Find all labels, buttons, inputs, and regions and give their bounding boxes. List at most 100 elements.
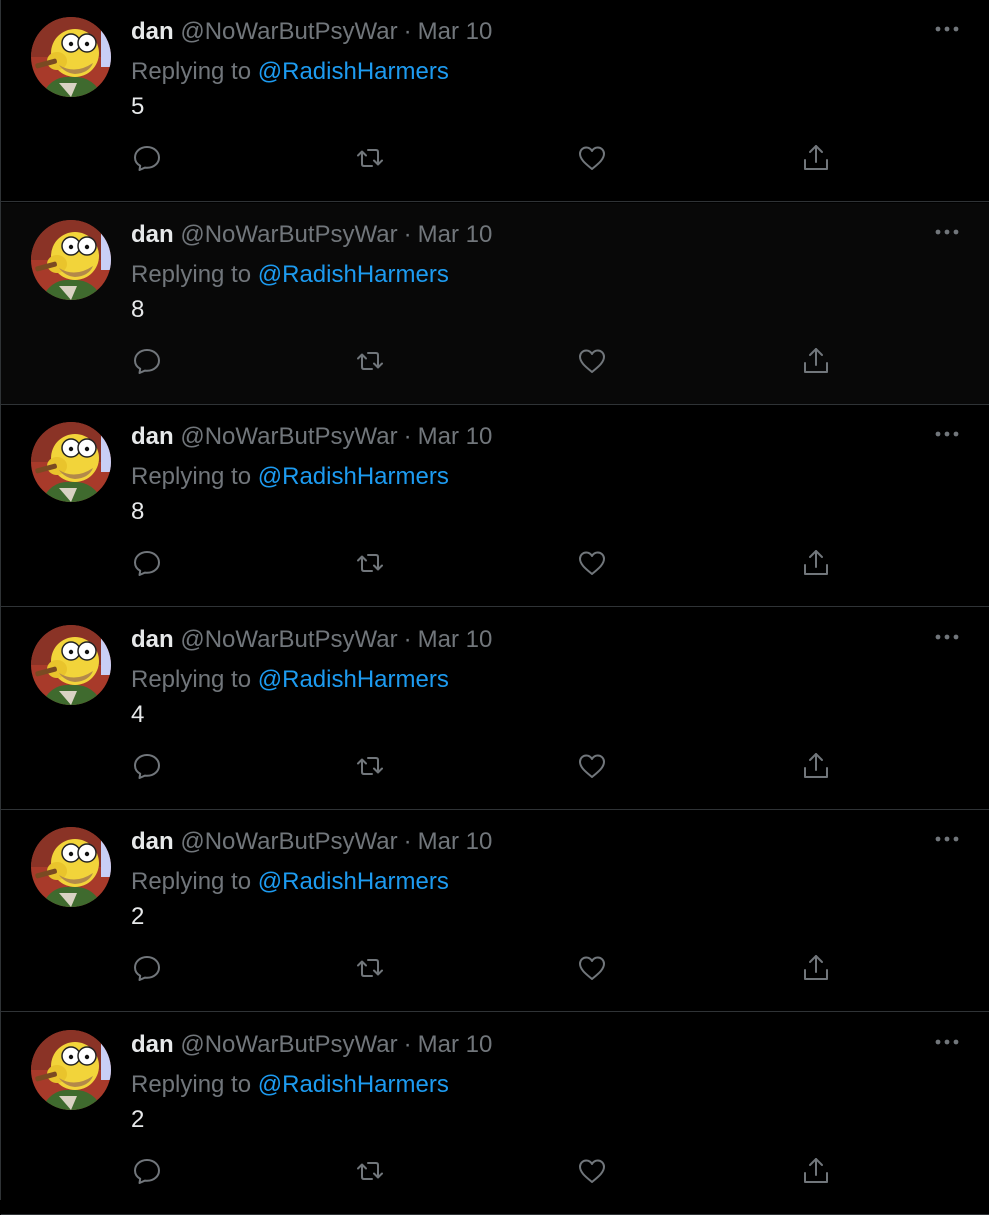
replying-to-line: Replying to @RadishHarmers [131, 260, 449, 290]
reply-bubble-icon[interactable] [131, 750, 163, 782]
separator-dot: · [403, 18, 412, 45]
avatar[interactable] [31, 827, 111, 907]
tweet-header: dan @NoWarButPsyWar · Mar 10 [131, 625, 492, 655]
author-name[interactable]: dan [131, 626, 174, 653]
tweet-text: 8 [131, 296, 145, 323]
reply-bubble-icon[interactable] [131, 547, 163, 579]
replying-to-link[interactable]: @RadishHarmers [258, 1071, 449, 1098]
tweet-date[interactable]: Mar 10 [418, 1031, 493, 1058]
share-upload-icon[interactable] [800, 1155, 832, 1187]
tweet-header: dan @NoWarButPsyWar · Mar 10 [131, 422, 492, 452]
author-name[interactable]: dan [131, 423, 174, 450]
tweet-header: dan @NoWarButPsyWar · Mar 10 [131, 827, 492, 857]
tweet-text: 2 [131, 1106, 145, 1133]
separator-dot: · [403, 221, 412, 248]
tweet[interactable]: dan @NoWarButPsyWar · Mar 10 Replying to @… [1, 203, 989, 405]
tweet-header: dan @NoWarButPsyWar · Mar 10 [131, 17, 492, 47]
more-horizontal-icon[interactable] [932, 622, 962, 652]
avatar[interactable] [31, 1030, 111, 1110]
retweet-icon[interactable] [354, 952, 386, 984]
avatar-image [31, 625, 111, 705]
share-upload-icon[interactable] [800, 547, 832, 579]
tweet[interactable]: dan @NoWarButPsyWar · Mar 10 Replying to @… [1, 810, 989, 1012]
heart-icon[interactable] [576, 1155, 608, 1187]
reply-bubble-icon[interactable] [131, 1155, 163, 1187]
heart-icon[interactable] [576, 142, 608, 174]
more-horizontal-icon[interactable] [932, 14, 962, 44]
tweet-date[interactable]: Mar 10 [418, 626, 493, 653]
author-handle[interactable]: @NoWarButPsyWar [180, 221, 397, 248]
author-handle[interactable]: @NoWarButPsyWar [180, 18, 397, 45]
tweet-date[interactable]: Mar 10 [418, 828, 493, 855]
share-upload-icon[interactable] [800, 952, 832, 984]
author-name[interactable]: dan [131, 18, 174, 45]
replying-to-label: Replying to [131, 868, 252, 895]
author-handle[interactable]: @NoWarButPsyWar [180, 423, 397, 450]
replying-to-link[interactable]: @RadishHarmers [258, 666, 449, 693]
author-name[interactable]: dan [131, 1031, 174, 1058]
author-name[interactable]: dan [131, 221, 174, 248]
tweet-text: 8 [131, 498, 145, 525]
avatar-image [31, 1030, 111, 1110]
tweet-text: 4 [131, 701, 145, 728]
replying-to-line: Replying to @RadishHarmers [131, 867, 449, 897]
retweet-icon[interactable] [354, 1155, 386, 1187]
replying-to-line: Replying to @RadishHarmers [131, 665, 449, 695]
author-handle[interactable]: @NoWarButPsyWar [180, 828, 397, 855]
replying-to-link[interactable]: @RadishHarmers [258, 868, 449, 895]
replying-to-link[interactable]: @RadishHarmers [258, 261, 449, 288]
tweet[interactable]: dan @NoWarButPsyWar · Mar 10 Replying to @… [1, 0, 989, 202]
heart-icon[interactable] [576, 952, 608, 984]
heart-icon[interactable] [576, 547, 608, 579]
reply-bubble-icon[interactable] [131, 142, 163, 174]
timeline: dan @NoWarButPsyWar · Mar 10 Replying to @… [0, 0, 989, 1215]
tweet-actions [131, 1155, 851, 1191]
replying-to-label: Replying to [131, 261, 252, 288]
replying-to-link[interactable]: @RadishHarmers [258, 58, 449, 85]
tweet-header: dan @NoWarButPsyWar · Mar 10 [131, 220, 492, 250]
tweet-actions [131, 750, 851, 786]
replying-to-line: Replying to @RadishHarmers [131, 1070, 449, 1100]
avatar[interactable] [31, 422, 111, 502]
tweet-text: 5 [131, 93, 145, 120]
replying-to-link[interactable]: @RadishHarmers [258, 463, 449, 490]
reply-bubble-icon[interactable] [131, 952, 163, 984]
avatar[interactable] [31, 220, 111, 300]
author-name[interactable]: dan [131, 828, 174, 855]
reply-bubble-icon[interactable] [131, 345, 163, 377]
retweet-icon[interactable] [354, 547, 386, 579]
avatar[interactable] [31, 17, 111, 97]
separator-dot: · [403, 1031, 412, 1058]
share-upload-icon[interactable] [800, 142, 832, 174]
separator-dot: · [403, 828, 412, 855]
more-horizontal-icon[interactable] [932, 824, 962, 854]
avatar-image [31, 422, 111, 502]
tweet[interactable]: dan @NoWarButPsyWar · Mar 10 Replying to @… [1, 608, 989, 810]
more-horizontal-icon[interactable] [932, 419, 962, 449]
tweet[interactable]: dan @NoWarButPsyWar · Mar 10 Replying to @… [1, 1013, 989, 1215]
retweet-icon[interactable] [354, 750, 386, 782]
share-upload-icon[interactable] [800, 345, 832, 377]
retweet-icon[interactable] [354, 142, 386, 174]
replying-to-label: Replying to [131, 666, 252, 693]
tweet-text: 2 [131, 903, 145, 930]
replying-to-line: Replying to @RadishHarmers [131, 57, 449, 87]
author-handle[interactable]: @NoWarButPsyWar [180, 1031, 397, 1058]
tweet-header: dan @NoWarButPsyWar · Mar 10 [131, 1030, 492, 1060]
separator-dot: · [403, 423, 412, 450]
tweet[interactable]: dan @NoWarButPsyWar · Mar 10 Replying to @… [1, 405, 989, 607]
heart-icon[interactable] [576, 750, 608, 782]
heart-icon[interactable] [576, 345, 608, 377]
avatar[interactable] [31, 625, 111, 705]
replying-to-label: Replying to [131, 1071, 252, 1098]
retweet-icon[interactable] [354, 345, 386, 377]
tweet-actions [131, 345, 851, 381]
tweet-date[interactable]: Mar 10 [418, 18, 493, 45]
tweet-date[interactable]: Mar 10 [418, 423, 493, 450]
more-horizontal-icon[interactable] [932, 217, 962, 247]
more-horizontal-icon[interactable] [932, 1027, 962, 1057]
separator-dot: · [403, 626, 412, 653]
share-upload-icon[interactable] [800, 750, 832, 782]
author-handle[interactable]: @NoWarButPsyWar [180, 626, 397, 653]
tweet-date[interactable]: Mar 10 [418, 221, 493, 248]
